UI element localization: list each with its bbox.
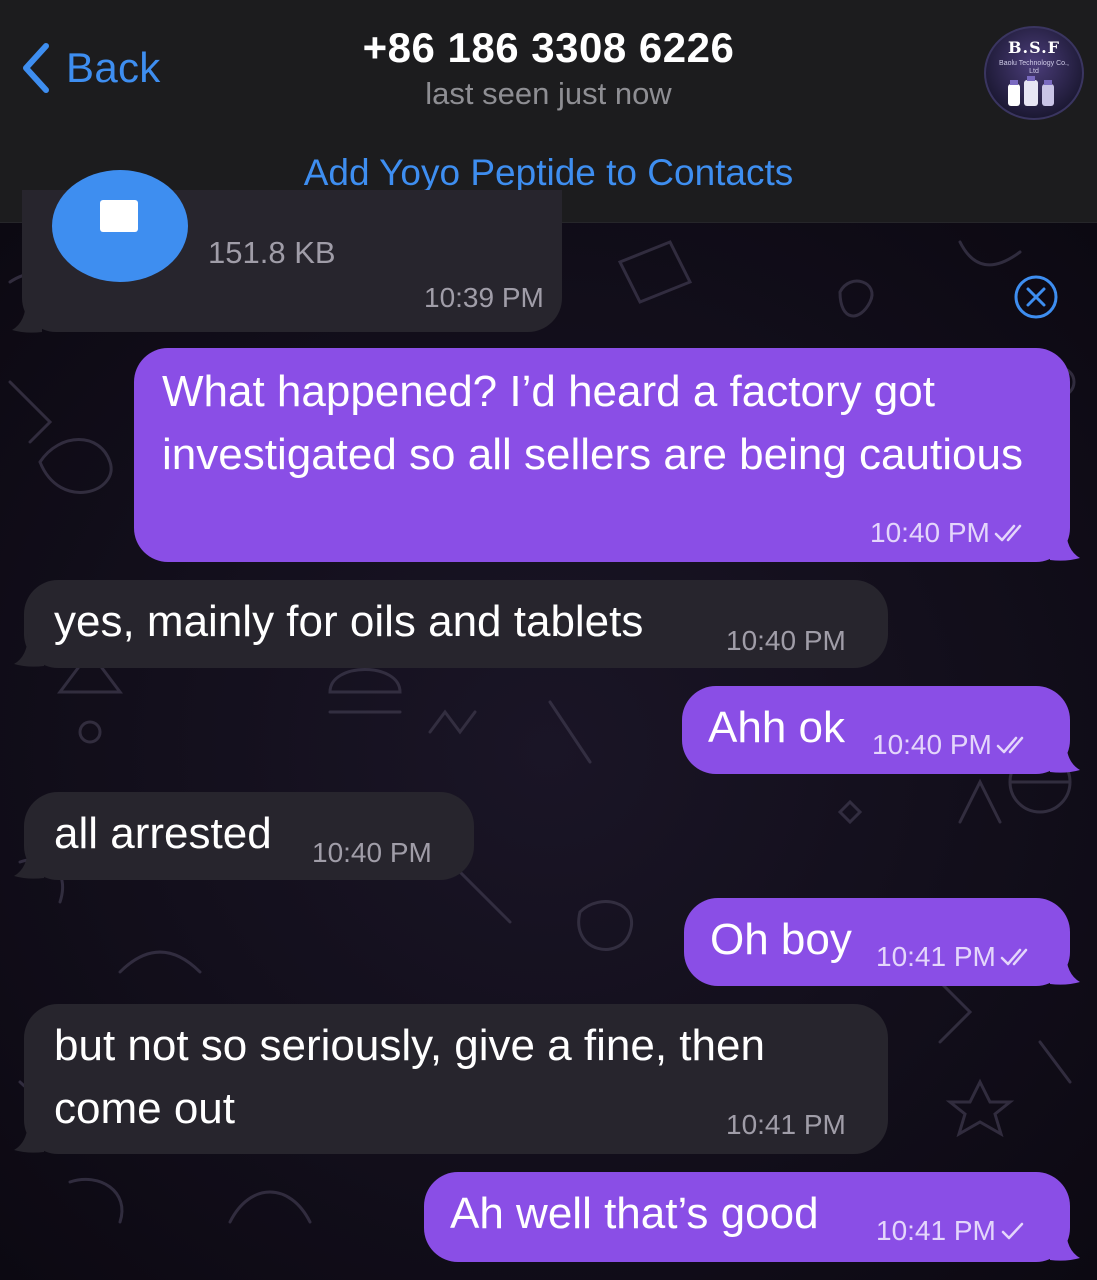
double-check-icon	[1000, 948, 1028, 966]
bubble-tail	[14, 1120, 44, 1153]
message-meta: 10:40 PM	[312, 838, 432, 868]
avatar[interactable]: B.S.F Baolu Technology Co., Ltd	[984, 26, 1084, 120]
file-download-button[interactable]	[52, 170, 188, 282]
message-bubble-incoming[interactable]: all arrested 10:40 PM	[24, 792, 474, 880]
message-time: 10:40 PM	[872, 729, 992, 760]
message-time: 10:40 PM	[312, 837, 432, 868]
message-meta: 10:41 PM	[876, 942, 1034, 972]
single-check-icon	[1001, 1222, 1024, 1240]
message-bubble-outgoing[interactable]: Ahh ok 10:40 PM	[682, 686, 1070, 774]
contact-status: last seen just now	[425, 76, 672, 111]
message-time: 10:41 PM	[876, 941, 996, 972]
close-circle-icon	[1014, 275, 1058, 319]
message-time: 10:39 PM	[424, 282, 544, 313]
bubble-tail	[14, 634, 44, 667]
message-bubble-incoming[interactable]: yes, mainly for oils and tablets 10:40 P…	[24, 580, 888, 668]
message-text: Ahh ok	[708, 703, 845, 752]
message-text: all arrested	[54, 809, 272, 858]
double-check-icon	[994, 524, 1022, 542]
dismiss-add-contact-button[interactable]	[1013, 274, 1059, 320]
message-bubble-outgoing[interactable]: Oh boy 10:41 PM	[684, 898, 1070, 986]
message-time: 10:41 PM	[726, 1109, 846, 1140]
message-meta: 10:40 PM	[726, 626, 846, 656]
message-meta: 10:40 PM	[870, 518, 1028, 548]
message-meta: 10:41 PM	[876, 1216, 1026, 1246]
file-size: 151.8 KB	[208, 235, 336, 270]
message-meta: 10:41 PM	[726, 1110, 846, 1140]
message-text: Ah well that’s good	[450, 1189, 819, 1238]
message-time: 10:41 PM	[876, 1215, 996, 1246]
bubble-tail	[12, 300, 42, 333]
file-message[interactable]: 151.8 KB 10:39 PM	[22, 170, 562, 332]
message-time: 10:40 PM	[726, 625, 846, 656]
message-bubble-outgoing[interactable]: Ah well that’s good 10:41 PM	[424, 1172, 1070, 1262]
double-check-icon	[996, 736, 1024, 754]
bubble-tail	[1050, 1228, 1080, 1261]
message-text: What happened? I’d heard a factory got i…	[162, 367, 1023, 479]
chat-header: Back +86 186 3308 6226 last seen just no…	[0, 0, 1097, 125]
bubble-tail	[1050, 952, 1080, 985]
document-icon	[100, 200, 138, 232]
message-text: Oh boy	[710, 915, 852, 964]
message-time: 10:40 PM	[870, 517, 990, 548]
bubble-tail	[1050, 528, 1080, 561]
message-bubble-incoming[interactable]: but not so seriously, give a fine, then …	[24, 1004, 888, 1154]
message-text: yes, mainly for oils and tablets	[54, 597, 644, 646]
bubble-tail	[1050, 740, 1080, 773]
chat-screen: Back +86 186 3308 6226 last seen just no…	[0, 0, 1097, 1280]
avatar-bottles-icon	[1008, 76, 1054, 106]
bubble-tail	[14, 846, 44, 879]
message-bubble-outgoing[interactable]: What happened? I’d heard a factory got i…	[134, 348, 1070, 562]
contact-title[interactable]: +86 186 3308 6226	[0, 24, 1097, 72]
message-meta: 10:40 PM	[872, 730, 1030, 760]
